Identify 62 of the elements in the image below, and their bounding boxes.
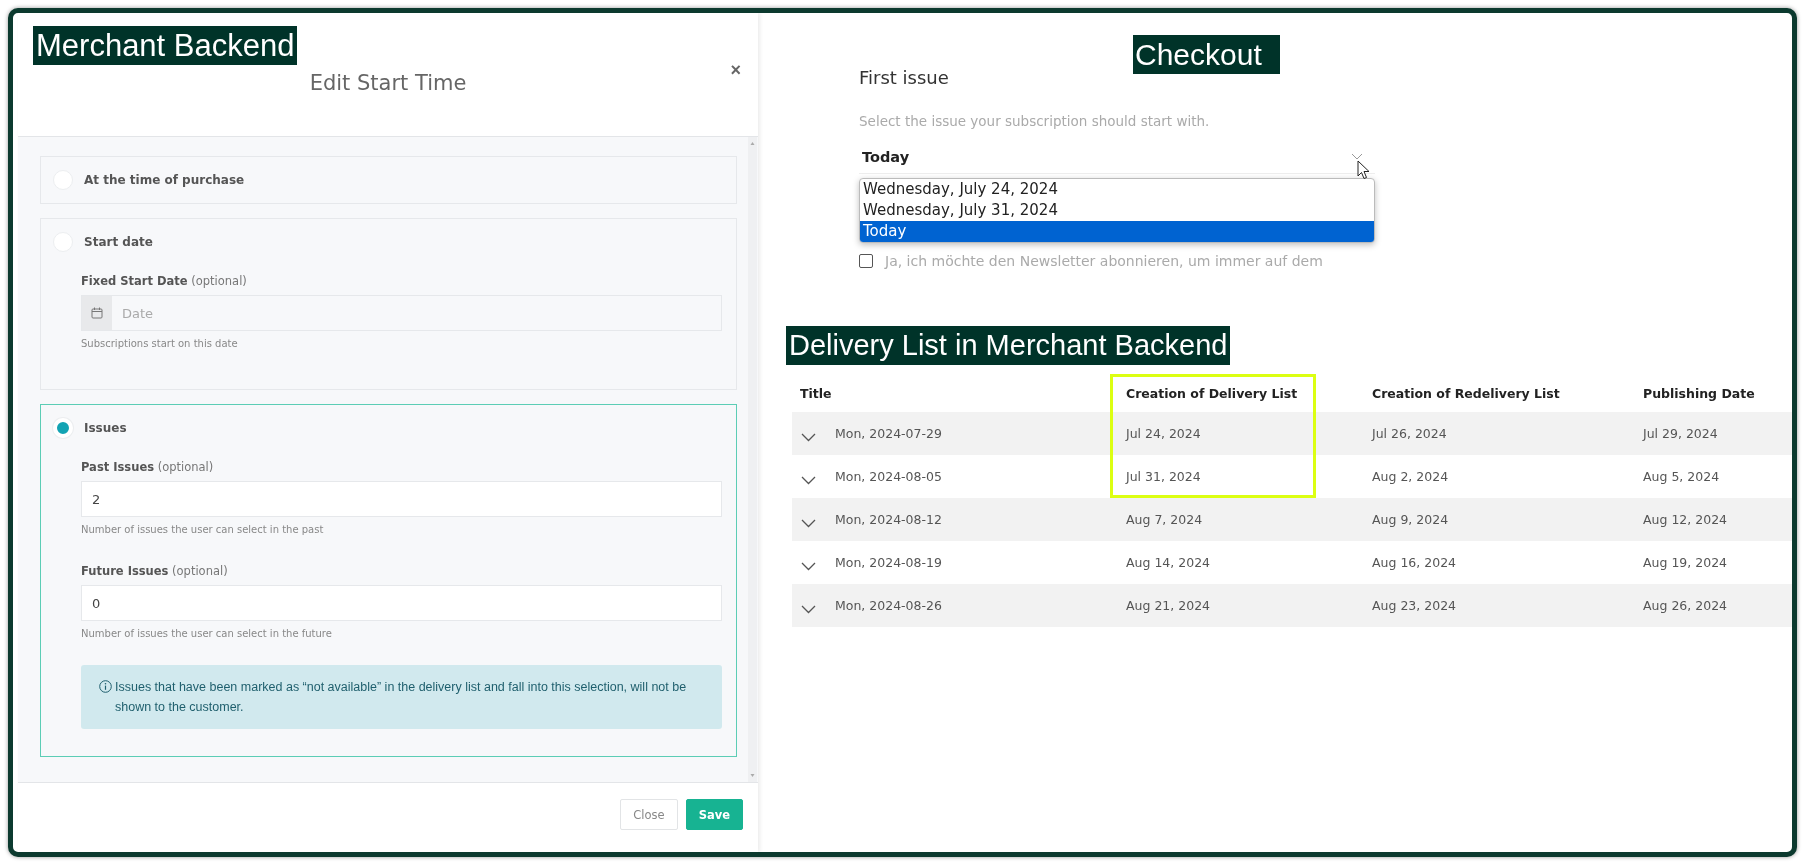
column-header: Creation of Redelivery List <box>1371 384 1561 403</box>
option-label: At the time of purchase <box>84 173 245 187</box>
number-field[interactable]: 0 <box>81 585 722 621</box>
newsletter-text: Ja, ich möchte den Newsletter abonnieren, um immer auf dem <box>885 253 1323 269</box>
close-button[interactable]: Close <box>620 799 678 830</box>
table-cell: Mon, 2024-08-12 <box>835 512 942 527</box>
table-cell: Aug 12, 2024 <box>1643 512 1728 527</box>
table-cell: Jul 29, 2024 <box>1643 426 1718 441</box>
table-cell: Mon, 2024-07-29 <box>835 426 942 441</box>
table-cell: Jul 24, 2024 <box>1126 426 1201 441</box>
chevron-down-icon[interactable] <box>801 605 816 614</box>
close-button[interactable]: × <box>730 61 741 79</box>
table-cell: Aug 7, 2024 <box>1126 512 1203 527</box>
info-icon <box>99 680 112 693</box>
chevron-down-icon[interactable] <box>801 562 816 571</box>
table-cell: Mon, 2024-08-19 <box>835 555 942 570</box>
help-text: Number of issues the user can select in the future <box>81 627 332 641</box>
section-heading: First issue <box>859 66 949 90</box>
caption-label: Delivery List in Merchant Backend <box>786 326 1231 365</box>
dropdown-option[interactable]: Today <box>860 221 1374 242</box>
caption-label: Merchant Backend <box>33 26 298 65</box>
table-cell: Aug 5, 2024 <box>1643 469 1720 484</box>
table-cell: Aug 26, 2024 <box>1643 598 1728 613</box>
option-label: Issues <box>84 421 127 435</box>
table-cell: Aug 16, 2024 <box>1372 555 1457 570</box>
field-label: Fixed Start Date (optional) <box>81 273 247 289</box>
table-row[interactable]: Mon, 2024-08-12 Aug 7, 2024 Aug 9, 2024 Aug 12, 2024 <box>792 498 1792 541</box>
field-label: Past Issues (optional) <box>81 459 214 475</box>
dropdown-option[interactable]: Wednesday, July 24, 2024 <box>860 179 1374 200</box>
number-field[interactable]: 2 <box>81 481 722 517</box>
table-cell: Aug 14, 2024 <box>1126 555 1211 570</box>
table-cell: Mon, 2024-08-26 <box>835 598 942 613</box>
table-cell: Jul 26, 2024 <box>1372 426 1447 441</box>
column-header: Title <box>799 384 833 403</box>
field-label: Future Issues (optional) <box>81 563 228 579</box>
table-cell: Jul 31, 2024 <box>1126 469 1201 484</box>
chevron-down-icon[interactable] <box>801 519 816 528</box>
chevron-down-icon[interactable] <box>801 433 816 442</box>
table-cell: Mon, 2024-08-05 <box>835 469 942 484</box>
table-cell: Aug 19, 2024 <box>1643 555 1728 570</box>
column-header: Publishing Date <box>1642 384 1756 403</box>
table-row[interactable]: Mon, 2024-08-05 Jul 31, 2024 Aug 2, 2024 Aug 5, 2024 <box>792 455 1792 498</box>
help-text: Subscriptions start on this date <box>81 337 238 351</box>
dropdown-option[interactable]: Wednesday, July 31, 2024 <box>860 200 1374 221</box>
checkbox[interactable] <box>859 254 873 268</box>
help-text: Number of issues the user can select in the past <box>81 523 324 537</box>
table-cell: Aug 2, 2024 <box>1372 469 1449 484</box>
table-row[interactable]: Mon, 2024-08-26 Aug 21, 2024 Aug 23, 2024 Aug 26, 2024 <box>792 584 1792 627</box>
hint-text: Select the issue your subscription should start with. <box>859 112 1210 130</box>
table-row[interactable]: Mon, 2024-07-29 Jul 24, 2024 Jul 26, 2024 Jul 29, 2024 <box>792 412 1792 455</box>
calendar-icon <box>82 296 112 330</box>
table-cell: Aug 23, 2024 <box>1372 598 1457 613</box>
table-cell: Aug 21, 2024 <box>1126 598 1211 613</box>
dialog-title: Edit Start Time <box>309 71 467 95</box>
chevron-down-icon <box>1351 153 1363 160</box>
notice-text: Issues that have been marked as “not available” in the delivery list and fall into this selection, will not be shown to the customer. <box>115 679 688 716</box>
table-row[interactable]: Mon, 2024-08-19 Aug 14, 2024 Aug 16, 2024 Aug 19, 2024 <box>792 541 1792 584</box>
chevron-down-icon[interactable] <box>801 476 816 485</box>
table-cell: Aug 9, 2024 <box>1372 512 1449 527</box>
column-header: Creation of Delivery List <box>1110 374 1316 412</box>
caption-label: Checkout <box>1133 35 1280 74</box>
option-label: Start date <box>84 235 153 249</box>
